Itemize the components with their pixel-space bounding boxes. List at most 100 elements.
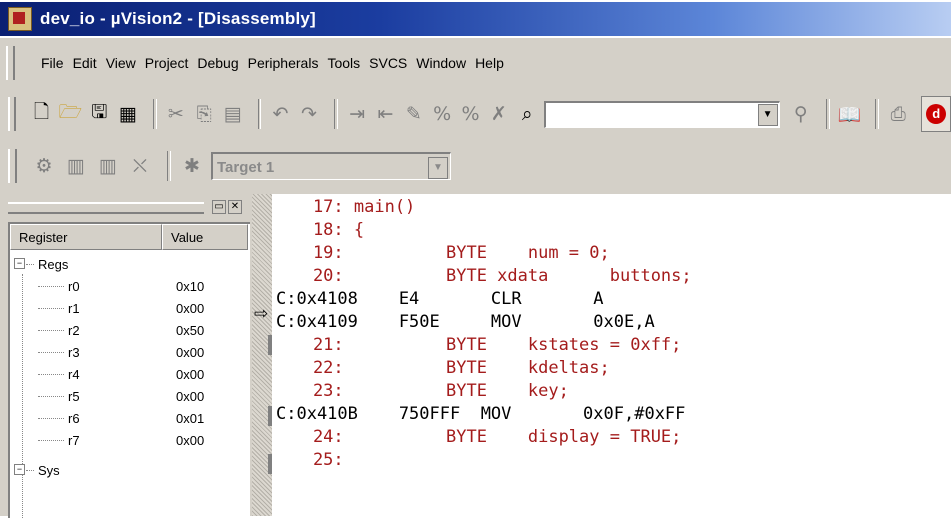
register-name: r4	[68, 367, 80, 382]
register-name: r6	[68, 411, 80, 426]
disassembly-window[interactable]: 17: main() 18: { 19: BYTE num = 0; 20: B…	[272, 194, 951, 516]
open-folder-icon[interactable]: 🗁	[59, 101, 83, 127]
register-value[interactable]: 0x50	[176, 323, 204, 338]
tree-group-regs[interactable]: Regs	[10, 254, 250, 276]
paste-icon[interactable]: ▤	[221, 101, 243, 127]
find-icon[interactable]: ⚲	[790, 101, 812, 127]
register-row[interactable]: r0 0x10	[10, 276, 250, 298]
uvision-app-icon[interactable]	[8, 7, 32, 31]
menu-peripherals[interactable]: Peripherals	[248, 55, 319, 71]
comment-icon[interactable]: ✎	[403, 101, 425, 127]
menu-file[interactable]: File	[41, 55, 64, 71]
redo-icon[interactable]: ↷	[298, 101, 320, 127]
build-icon[interactable]: ▥	[63, 153, 89, 179]
column-register[interactable]: Register	[10, 224, 162, 250]
asm-line-current[interactable]: C:0x4108 E4 CLR A	[276, 288, 604, 311]
docking-grip[interactable]	[8, 202, 204, 214]
menu-tools[interactable]: Tools	[327, 55, 360, 71]
breakpoint-capable-marker[interactable]	[268, 454, 272, 474]
save-icon[interactable]: 🖫	[88, 101, 110, 127]
source-line[interactable]: 25:	[272, 449, 344, 472]
menu-project[interactable]: Project	[145, 55, 189, 71]
register-value[interactable]: 0x01	[176, 411, 204, 426]
undo-icon[interactable]: ↶	[269, 101, 291, 127]
new-file-icon[interactable]: 🗋	[30, 101, 52, 127]
find-combo[interactable]: ▼	[544, 100, 780, 128]
toolbar-grip[interactable]	[8, 149, 17, 183]
menu-edit[interactable]: Edit	[73, 55, 97, 71]
register-value[interactable]: 0x00	[176, 345, 204, 360]
copy-icon[interactable]: ⎘	[193, 101, 215, 127]
breakpoint-capable-marker[interactable]	[268, 406, 272, 426]
register-row[interactable]: r5 0x00	[10, 386, 250, 408]
asm-line[interactable]: C:0x410B 750FFF MOV 0x0F,#0xFF	[276, 403, 685, 426]
register-name: r1	[68, 301, 80, 316]
target-select-value: Target 1	[217, 159, 275, 176]
source-line[interactable]: 18: {	[272, 219, 364, 242]
uncomment-icon[interactable]: %	[431, 101, 453, 127]
toolbar-separator	[167, 151, 171, 181]
outdent-icon[interactable]: ⇤	[374, 101, 396, 127]
source-line[interactable]: 22: BYTE kdeltas;	[272, 357, 610, 380]
register-row[interactable]: r7 0x00	[10, 430, 250, 452]
source-line[interactable]: 20: BYTE xdata buttons;	[272, 265, 692, 288]
register-value[interactable]: 0x00	[176, 433, 204, 448]
source-line[interactable]: 23: BYTE key;	[272, 380, 569, 403]
register-name: r2	[68, 323, 80, 338]
register-name: r7	[68, 433, 80, 448]
register-value[interactable]: 0x00	[176, 301, 204, 316]
register-name: r0	[68, 279, 80, 294]
dropdown-arrow-icon[interactable]: ▼	[428, 157, 448, 179]
cut-icon[interactable]: ✂	[165, 101, 187, 127]
asm-line[interactable]: C:0x4109 F50E MOV 0x0E,A	[276, 311, 655, 334]
menu-help[interactable]: Help	[475, 55, 504, 71]
source-line[interactable]: 24: BYTE display = TRUE;	[272, 426, 681, 449]
register-row[interactable]: r4 0x00	[10, 364, 250, 386]
close-icon[interactable]: ✕	[228, 200, 242, 214]
register-value[interactable]: 0x10	[176, 279, 204, 294]
menu-grip[interactable]	[6, 46, 15, 80]
source-line[interactable]: 21: BYTE kstates = 0xff;	[272, 334, 681, 357]
register-window-header[interactable]: ▭ ✕	[4, 200, 248, 214]
toolbar-separator	[152, 99, 157, 129]
register-value[interactable]: 0x00	[176, 367, 204, 382]
rebuild-icon[interactable]: ▥	[95, 153, 121, 179]
manual-icon[interactable]: 📖	[838, 101, 862, 127]
title-bar: dev_io - µVision2 - [Disassembly]	[0, 2, 951, 36]
register-row[interactable]: r6 0x01	[10, 408, 250, 430]
register-value[interactable]: 0x00	[176, 389, 204, 404]
target-options-icon[interactable]: ✱	[179, 153, 205, 179]
menu-bar: File Edit View Project Debug Peripherals…	[0, 40, 951, 86]
tree-group-sys[interactable]: Sys	[10, 460, 250, 482]
menu-svcs[interactable]: SVCS	[369, 55, 407, 71]
source-line[interactable]: 17: main()	[272, 196, 415, 219]
target-select[interactable]: Target 1 ▼	[211, 152, 451, 180]
current-instruction-arrow-icon: ⇨	[254, 304, 269, 324]
print-icon[interactable]: ⎙	[887, 101, 909, 127]
group-label: Sys	[38, 463, 60, 478]
breakpoint-capable-marker[interactable]	[268, 335, 272, 355]
column-value[interactable]: Value	[162, 224, 248, 250]
bookmark-icon[interactable]: %	[459, 101, 481, 127]
toolbar-separator	[334, 99, 338, 129]
indent-icon[interactable]: ⇥	[346, 101, 368, 127]
register-row[interactable]: r1 0x00	[10, 298, 250, 320]
register-list-header: Register Value	[10, 224, 250, 252]
restore-icon[interactable]: ▭	[212, 200, 226, 214]
stop-build-icon[interactable]: ⛌	[127, 153, 153, 179]
debug-session-button[interactable]: d	[921, 96, 951, 132]
find-in-files-icon[interactable]: ⌕	[516, 101, 538, 127]
dropdown-arrow-icon[interactable]: ▼	[757, 103, 778, 126]
toolbar-grip[interactable]	[8, 97, 17, 131]
menu-view[interactable]: View	[106, 55, 136, 71]
save-all-icon[interactable]: ▦	[117, 101, 139, 127]
register-name: r3	[68, 345, 80, 360]
register-row[interactable]: r3 0x00	[10, 342, 250, 364]
menu-window[interactable]: Window	[416, 55, 466, 71]
bookmark-clear-icon[interactable]: ✗	[488, 101, 510, 127]
register-row[interactable]: r2 0x50	[10, 320, 250, 342]
source-line[interactable]: 19: BYTE num = 0;	[272, 242, 610, 265]
translate-icon[interactable]: ⚙	[31, 153, 57, 179]
toolbar-separator	[825, 99, 830, 129]
menu-debug[interactable]: Debug	[197, 55, 238, 71]
